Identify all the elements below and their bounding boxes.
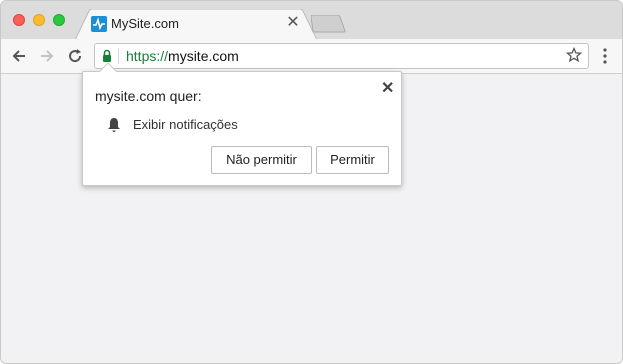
- url-text[interactable]: https://mysite.com: [126, 48, 239, 64]
- close-window-button[interactable]: [13, 14, 25, 26]
- bell-icon: [108, 118, 120, 132]
- tab-strip: MySite.com ✕: [1, 1, 622, 40]
- maximize-window-button[interactable]: [53, 14, 65, 26]
- site-favicon-icon: [91, 16, 107, 32]
- address-bar[interactable]: https://mysite.com: [94, 43, 589, 69]
- reload-icon[interactable]: [65, 46, 85, 66]
- popup-arrow: [99, 63, 117, 73]
- address-divider: [118, 48, 119, 64]
- new-tab-button[interactable]: [311, 15, 347, 33]
- lock-icon[interactable]: [102, 49, 112, 63]
- browser-toolbar: https://mysite.com: [1, 39, 622, 74]
- tab-close-icon[interactable]: ✕: [285, 15, 301, 31]
- deny-button[interactable]: Não permitir: [211, 146, 312, 174]
- minimize-window-button[interactable]: [33, 14, 45, 26]
- url-scheme: https://: [126, 48, 169, 64]
- notification-permission-popup: mysite.com quer: ✕ Exibir notificações N…: [82, 71, 402, 186]
- browser-window: MySite.com ✕ https://mysite.com mysite.c…: [0, 0, 623, 364]
- tab-title: MySite.com: [111, 16, 179, 31]
- tab-mysite[interactable]: MySite.com ✕: [75, 9, 319, 40]
- bookmark-star-icon[interactable]: [566, 47, 582, 63]
- back-arrow-icon[interactable]: [9, 46, 29, 66]
- popup-heading: mysite.com quer:: [95, 88, 202, 104]
- menu-dots-icon[interactable]: [601, 48, 609, 64]
- url-host: mysite.com: [168, 48, 239, 64]
- popup-close-icon[interactable]: ✕: [381, 78, 394, 98]
- forward-arrow-icon[interactable]: [37, 46, 57, 66]
- allow-button[interactable]: Permitir: [316, 146, 389, 174]
- permission-label: Exibir notificações: [133, 117, 238, 132]
